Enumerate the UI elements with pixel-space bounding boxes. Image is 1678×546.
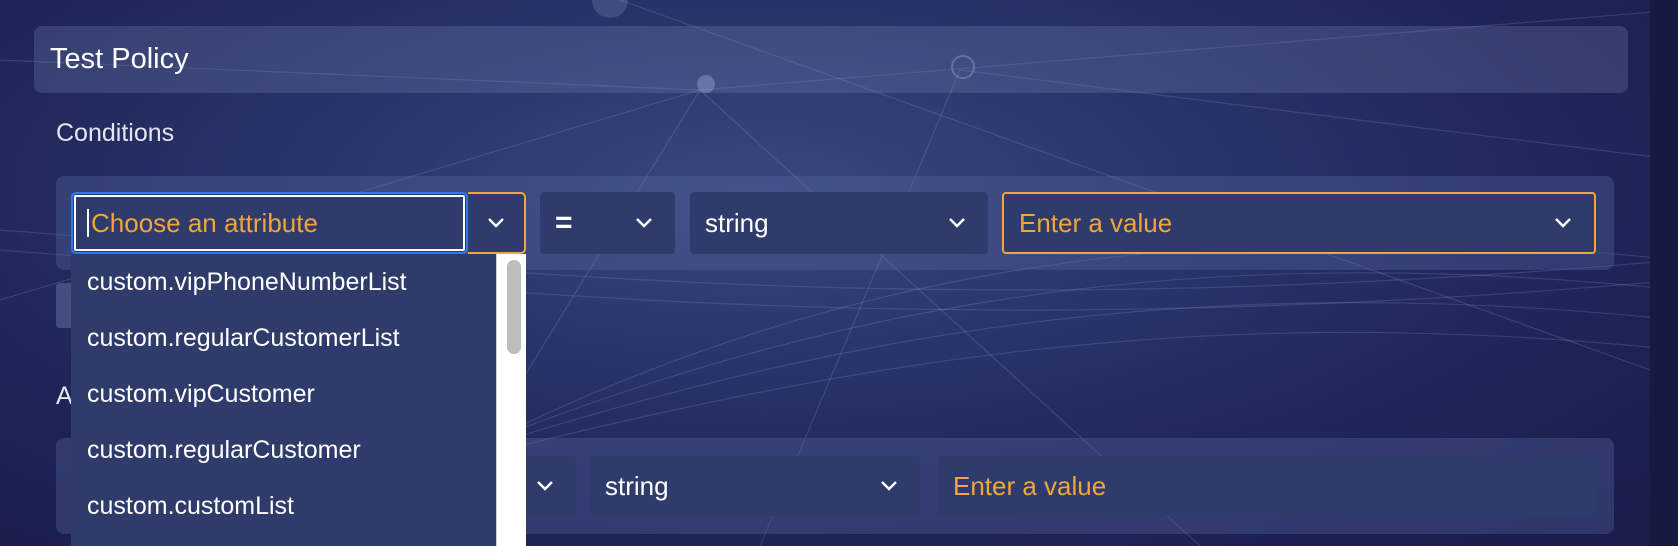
attribute-options: custom.vipPhoneNumberList custom.regular… <box>71 254 496 546</box>
policy-title: Test Policy <box>50 43 189 75</box>
add-condition-button-partial[interactable] <box>56 283 72 328</box>
chevron-down-icon <box>636 218 652 228</box>
chevron-down-icon <box>537 481 553 491</box>
value-placeholder: Enter a value <box>1019 207 1173 238</box>
attribute-option[interactable]: custom.vipCustomer <box>71 366 496 422</box>
attribute-placeholder: Choose an attribute <box>91 207 318 238</box>
attribute-option[interactable]: custom.regularCustomerList <box>71 310 496 366</box>
attribute-option[interactable]: custom.vipPhoneNumberList <box>71 254 496 310</box>
action-value-placeholder: Enter a value <box>953 470 1107 501</box>
chevron-down-icon <box>1555 218 1571 228</box>
attribute-input[interactable]: Choose an attribute <box>71 192 468 254</box>
value-select[interactable]: Enter a value <box>1002 192 1596 254</box>
conditions-label: Conditions <box>56 119 175 147</box>
chevron-down-icon <box>949 218 965 228</box>
chevron-down-icon <box>881 481 897 491</box>
chevron-down-icon <box>488 218 504 228</box>
attribute-dropdown-toggle[interactable] <box>468 192 526 254</box>
policy-title-bar: Test Policy <box>34 26 1628 93</box>
attribute-option[interactable]: custom.regularCustomer <box>71 422 496 478</box>
action-type-select[interactable]: string <box>590 456 920 516</box>
action-type-value: string <box>605 470 669 501</box>
scrollbar-thumb[interactable] <box>507 260 521 354</box>
dropdown-scrollbar[interactable] <box>496 254 526 546</box>
text-caret <box>87 209 89 237</box>
operator-value: = <box>555 206 573 239</box>
attribute-option[interactable]: custom.customList <box>71 478 496 534</box>
attribute-dropdown-list: custom.vipPhoneNumberList custom.regular… <box>71 254 526 546</box>
action-value-input[interactable]: Enter a value <box>938 456 1596 516</box>
type-value: string <box>705 207 769 238</box>
right-edge <box>1650 0 1678 546</box>
operator-select[interactable]: = <box>540 192 675 254</box>
type-select[interactable]: string <box>690 192 988 254</box>
